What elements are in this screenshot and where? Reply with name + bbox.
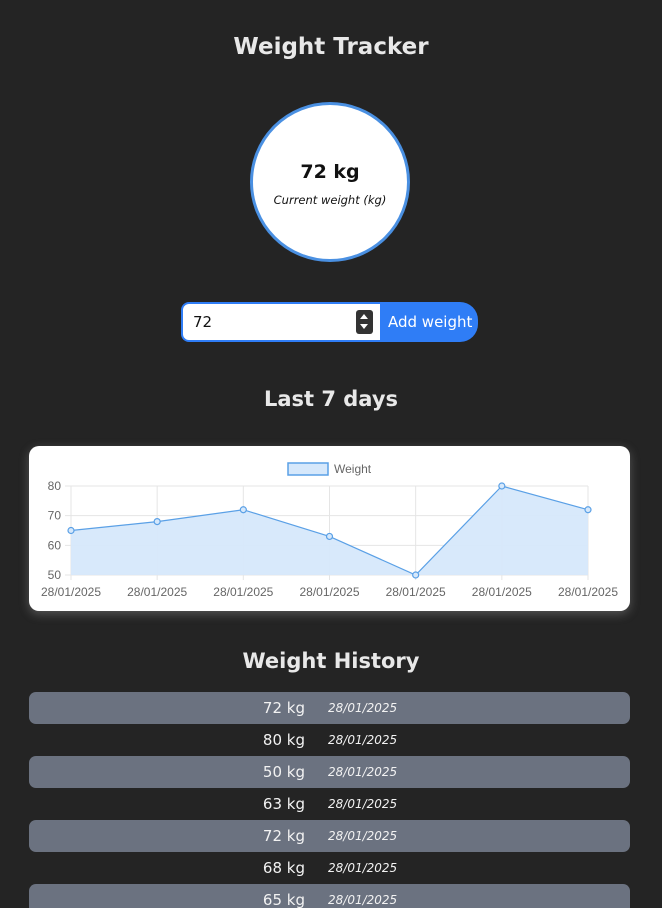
y-tick-label: 60 [48,538,62,552]
history-weight: 72 kg [262,699,305,717]
history-row: 50 kg 28/01/2025 [29,756,630,788]
chart-section-title: Last 7 days [263,387,399,411]
x-tick-label: 28/01/2025 [127,585,187,599]
history-date: 28/01/2025 [328,861,398,875]
y-tick-label: 80 [48,479,62,493]
weight-chart-card: Weight 80 70 60 50 28/01/2025 28/01/2025 28/01/… [29,446,630,611]
history-date: 28/01/2025 [328,829,398,843]
x-tick-label: 28/01/2025 [558,585,618,599]
legend-label: Weight [334,462,372,476]
x-tick-label: 28/01/2025 [41,585,101,599]
data-point [412,571,420,579]
data-point [584,506,592,514]
data-point [325,532,334,541]
history-weight: 68 kg [262,859,305,877]
y-tick-label: 70 [48,509,62,523]
history-weight: 80 kg [262,731,305,749]
history-weight: 63 kg [262,795,305,813]
x-tick-label: 28/01/2025 [386,585,446,599]
history-row: 63 kg 28/01/2025 [29,788,630,820]
history-weight: 65 kg [262,891,305,908]
history-row: 68 kg 28/01/2025 [29,852,630,884]
y-tick-label: 50 [48,568,62,582]
weight-input[interactable]: 72 [181,302,381,342]
history-row: 80 kg 28/01/2025 [29,724,630,756]
history-section-title: Weight History [242,649,420,673]
data-point [153,517,161,526]
data-point [67,526,75,535]
add-weight-button[interactable]: Add weight [380,302,478,342]
history-date: 28/01/2025 [328,797,398,811]
history-row: 65 kg 28/01/2025 [29,884,630,908]
history-weight: 72 kg [262,827,305,845]
history-date: 28/01/2025 [328,893,398,907]
weight-line-chart: Weight 80 70 60 50 28/01/2025 28/01/2025 28/01/… [41,462,618,599]
x-tick-label: 28/01/2025 [213,585,273,599]
spinner-down-icon[interactable] [360,324,368,329]
current-weight-label: Current weight (kg) [273,193,387,207]
current-weight-circle: 72 kg Current weight (kg) [250,102,410,262]
spinner-up-icon[interactable] [360,314,368,319]
add-weight-form: 72 Add weight [181,302,478,342]
data-point [498,482,506,490]
history-date: 28/01/2025 [328,701,398,715]
history-row: 72 kg 28/01/2025 [29,820,630,852]
weight-history-list: 72 kg 28/01/2025 80 kg 28/01/2025 50 kg 28/01… [29,692,630,908]
x-tick-label: 28/01/2025 [472,585,532,599]
data-point [239,506,247,514]
page-title: Weight Tracker [233,34,429,60]
history-row: 72 kg 28/01/2025 [29,692,630,724]
history-date: 28/01/2025 [328,733,398,747]
legend-swatch [287,462,329,476]
history-date: 28/01/2025 [328,765,398,779]
history-weight: 50 kg [262,763,305,781]
current-weight-value: 72 kg [300,161,360,183]
number-spinner[interactable] [356,310,373,334]
weight-tracker-app: Weight Tracker 72 kg Current weight (kg)… [0,0,662,908]
x-tick-label: 28/01/2025 [299,585,359,599]
